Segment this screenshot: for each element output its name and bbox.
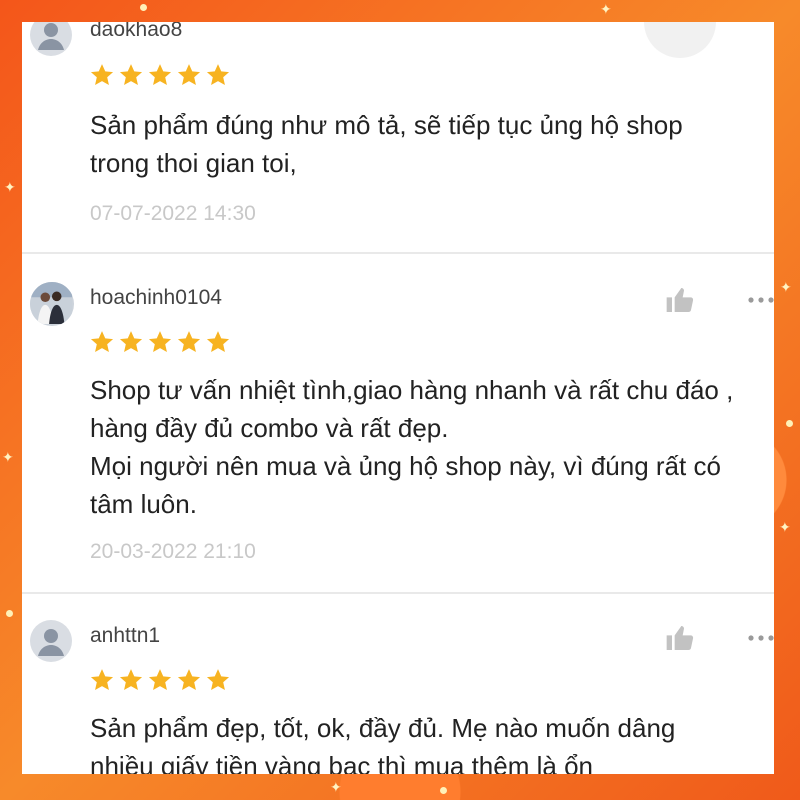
star-icon [119,331,143,352]
review-comment: Shop tư vấn nhiệt tình,giao hàng nhanh v… [90,371,770,523]
comment-line: Sản phẩm đúng như mô tả, sẽ tiếp tục ủng… [90,110,683,140]
comment-line: tâm luôn. [90,489,197,519]
review-username[interactable]: anhttn1 [90,624,160,648]
comment-line: nhiều giấy tiền vàng bạc thì mua thêm là… [90,751,593,774]
reviews-panel: daokhao8 Sản phẩm đúng như mô tả, sẽ tiế… [22,22,774,774]
dot-decoration [140,4,147,11]
thumbs-up-icon[interactable] [644,22,716,58]
user-avatar-icon[interactable] [30,282,74,326]
comment-line: Sản phẩm đẹp, tốt, ok, đầy đủ. Mẹ nào mu… [90,713,676,743]
sparkle-decoration: ✦ [2,449,14,465]
review-timestamp: 07-07-2022 14:30 [90,202,256,225]
dot-decoration [440,787,447,794]
star-icon [177,331,201,352]
more-options-icon[interactable] [746,295,774,305]
comment-line: Shop tư vấn nhiệt tình,giao hàng nhanh v… [90,375,734,405]
star-rating [89,62,231,88]
sparkle-decoration: ✦ [330,779,342,795]
star-icon [206,669,230,690]
sparkle-decoration: ✦ [4,179,16,195]
star-icon [90,64,114,85]
user-avatar-icon[interactable] [30,620,72,662]
sparkle-decoration: ✦ [600,1,612,17]
star-icon [177,64,201,85]
dot-decoration [786,420,793,427]
review-username[interactable]: hoachinh0104 [90,286,222,310]
review-timestamp: 20-03-2022 21:10 [90,540,256,563]
star-icon [177,669,201,690]
review-comment: Sản phẩm đẹp, tốt, ok, đầy đủ. Mẹ nào mu… [90,709,770,774]
review-item: hoachinh0104 Shop tư vấn nhiệt tình,giao… [22,252,774,594]
star-icon [148,331,172,352]
review-item: daokhao8 Sản phẩm đúng như mô tả, sẽ tiế… [22,22,774,254]
star-icon [90,669,114,690]
dot-decoration [6,610,13,617]
thumbs-up-icon[interactable] [664,622,696,654]
thumbs-up-icon[interactable] [664,284,696,316]
star-icon [148,669,172,690]
sparkle-decoration: ✦ [779,519,791,535]
comment-line: hàng đầy đủ combo và rất đẹp. [90,413,449,443]
star-icon [148,64,172,85]
review-username[interactable]: daokhao8 [90,22,182,42]
comment-line: trong thoi gian toi, [90,148,297,178]
comment-line: Mọi người nên mua và ủng hộ shop này, vì… [90,451,721,481]
user-avatar-icon[interactable] [30,22,72,56]
star-icon [90,331,114,352]
star-icon [119,669,143,690]
star-rating [89,667,231,693]
sparkle-decoration: ✦ [780,279,792,295]
more-options-icon[interactable] [746,633,774,643]
review-item: anhttn1 Sản phẩm đẹp, tốt, ok, đầy đủ. M… [22,594,774,774]
star-icon [119,64,143,85]
star-rating [89,329,231,355]
star-icon [206,331,230,352]
review-comment: Sản phẩm đúng như mô tả, sẽ tiếp tục ủng… [90,106,770,182]
star-icon [206,64,230,85]
